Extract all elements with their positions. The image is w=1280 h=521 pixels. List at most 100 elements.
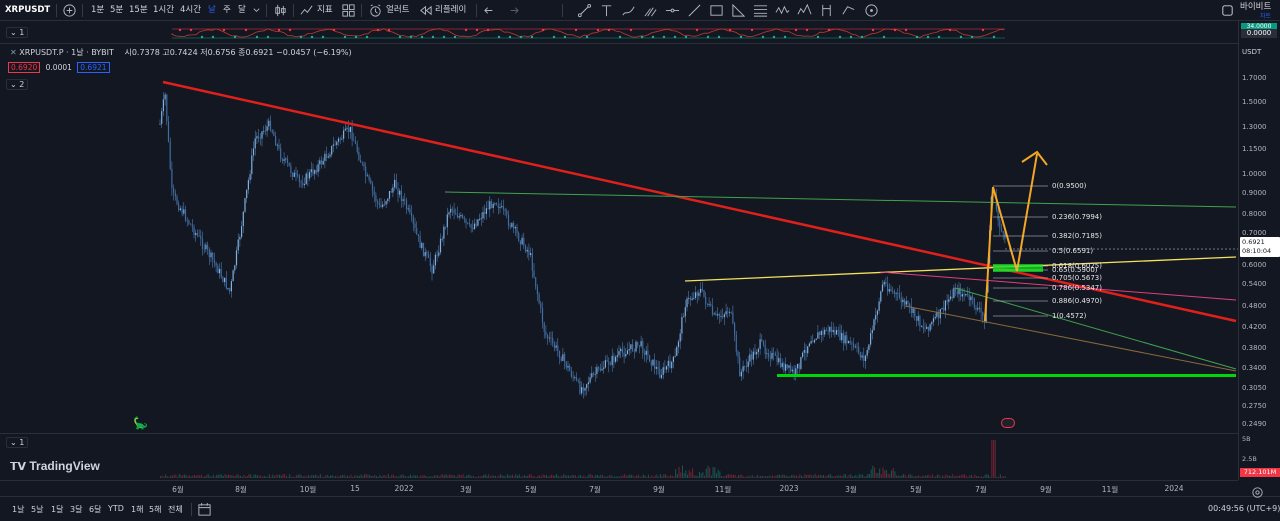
pitchfork-tool-icon[interactable]: [643, 3, 658, 18]
triangle-tool-icon[interactable]: [731, 3, 746, 18]
candle-body: [734, 323, 736, 335]
candle-body: [968, 294, 970, 301]
candle-body: [504, 209, 506, 211]
replay-rewind-icon[interactable]: [418, 3, 433, 18]
volume-bar: [867, 474, 869, 478]
time-tick-label: 11월: [1101, 485, 1119, 494]
volume-bar: [904, 474, 906, 478]
redo-icon[interactable]: [505, 3, 520, 18]
indicators-icon[interactable]: [299, 3, 314, 18]
volume-bar: [421, 475, 423, 478]
range-6m[interactable]: 6달: [89, 504, 101, 515]
interval-4h[interactable]: 4시간: [180, 0, 201, 21]
candles-type-icon[interactable]: [273, 3, 288, 18]
interval-1M[interactable]: 달: [238, 0, 246, 21]
candle-body: [667, 360, 669, 367]
rectangle-tool-icon[interactable]: [709, 3, 724, 18]
currency-selector[interactable]: USDT: [1242, 48, 1261, 56]
main-chart-pane[interactable]: ✕ XRPUSDT.P · 1날 · BYBIT 시0.7378 고0.7424…: [0, 44, 1238, 434]
range-3m[interactable]: 3달: [70, 504, 82, 515]
time-axis[interactable]: 6월 8월 10월 15 2022 3월 5월 7월 9월 11월 2023 3월 5월 7월 9월 11월 2…: [0, 480, 1238, 496]
volume-bar: [622, 475, 624, 478]
bid-price[interactable]: 0.6920: [8, 62, 41, 73]
volume-bar: [840, 475, 842, 478]
candle-body: [621, 348, 623, 353]
templates-grid-icon[interactable]: [341, 3, 356, 18]
trend-line-tool-icon[interactable]: [577, 3, 592, 18]
pane-collapse-tag[interactable]: ⌄ 2: [6, 79, 29, 90]
interval-1m[interactable]: 1분: [91, 0, 104, 21]
range-ytd[interactable]: YTD: [108, 504, 124, 513]
candle-body: [422, 242, 425, 257]
alarm-clock-icon[interactable]: [368, 3, 383, 18]
candle-body: [331, 145, 333, 155]
add-symbol-icon[interactable]: [62, 3, 77, 18]
candle-body: [309, 172, 311, 179]
interval-5m[interactable]: 5분: [110, 0, 123, 21]
range-5d[interactable]: 5날: [31, 504, 43, 515]
ask-price[interactable]: 0.6921: [77, 62, 110, 73]
replay-button[interactable]: 리플레이: [435, 0, 466, 21]
volume-bar: [258, 475, 260, 478]
range-1m[interactable]: 1달: [51, 504, 63, 515]
forecast-tool-icon[interactable]: [819, 3, 834, 18]
date-range-calendar-icon[interactable]: [197, 502, 212, 517]
volume-bar: [268, 474, 270, 478]
interval-1w[interactable]: 주: [223, 0, 231, 21]
more-tools-icon[interactable]: [864, 3, 879, 18]
interval-15m[interactable]: 15분: [129, 0, 148, 21]
indicator-signal-dot: [288, 28, 292, 32]
volume-bar: [612, 476, 614, 478]
layout-square-icon[interactable]: [1220, 3, 1235, 18]
pane-collapse-tag[interactable]: ⌄ 1: [6, 437, 29, 448]
range-1d[interactable]: 1날: [12, 504, 24, 515]
indicator-signal-dot: [453, 35, 457, 39]
alert-button[interactable]: 얼러트: [386, 0, 409, 21]
candle-body: [837, 330, 839, 331]
range-5y[interactable]: 5해: [149, 504, 161, 515]
pane-collapse-tag[interactable]: ⌄ 1: [6, 27, 29, 38]
horizontal-line-tool-icon[interactable]: [665, 3, 680, 18]
path-tool-icon[interactable]: [841, 3, 856, 18]
volume-bar: [773, 476, 775, 478]
interval-1d[interactable]: 날: [208, 0, 216, 21]
volume-bar: [607, 476, 609, 478]
volume-axis-mid: 2.5B: [1242, 455, 1257, 463]
chart-settings-gear-icon[interactable]: [1250, 485, 1265, 500]
volume-bar: [676, 473, 678, 478]
elliott-wave-tool-icon[interactable]: [797, 3, 812, 18]
candle-body: [385, 201, 387, 205]
volume-bar: [976, 476, 978, 478]
indicator-signal-dot: [794, 28, 798, 32]
earnings-flag-icon[interactable]: [1001, 418, 1015, 428]
indicator-signal-dot: [365, 35, 369, 39]
interval-1h[interactable]: 1시간: [153, 0, 174, 21]
candle-body: [975, 307, 977, 310]
candle-body: [215, 262, 217, 266]
range-all[interactable]: 전체: [168, 504, 183, 515]
price-axis[interactable]: 34.0000 0.0000 USDT 1.7000 1.5000 1.3000 1.…: [1238, 21, 1280, 480]
candle-body: [604, 360, 606, 368]
fib-tool-icon[interactable]: [753, 3, 768, 18]
undo-icon[interactable]: [483, 3, 498, 18]
clock-timezone[interactable]: 00:49:56 (UTC+9): [1208, 504, 1280, 513]
price-tick-label: 0.9000: [1242, 189, 1267, 197]
brush-tool-icon[interactable]: [621, 3, 636, 18]
candle-body: [912, 308, 914, 313]
volume-bar: [683, 473, 685, 478]
indicators-button[interactable]: 지표: [317, 0, 333, 21]
candle-body: [825, 329, 827, 331]
tradingview-logo[interactable]: 𝗧𝗩 TradingView: [10, 459, 100, 473]
candle-body: [800, 357, 802, 369]
candle-body: [514, 226, 516, 229]
chevron-down-icon[interactable]: [252, 3, 261, 18]
pattern-tool-icon[interactable]: [775, 3, 790, 18]
symbol-search-button[interactable]: XRPUSDT: [5, 0, 50, 21]
candle-body: [681, 317, 683, 334]
range-1y[interactable]: 1해: [131, 504, 143, 515]
candle-body: [351, 126, 353, 141]
ray-tool-icon[interactable]: [687, 3, 702, 18]
candle-body: [808, 343, 810, 347]
text-tool-icon[interactable]: [599, 3, 614, 18]
candle-body: [807, 346, 809, 354]
